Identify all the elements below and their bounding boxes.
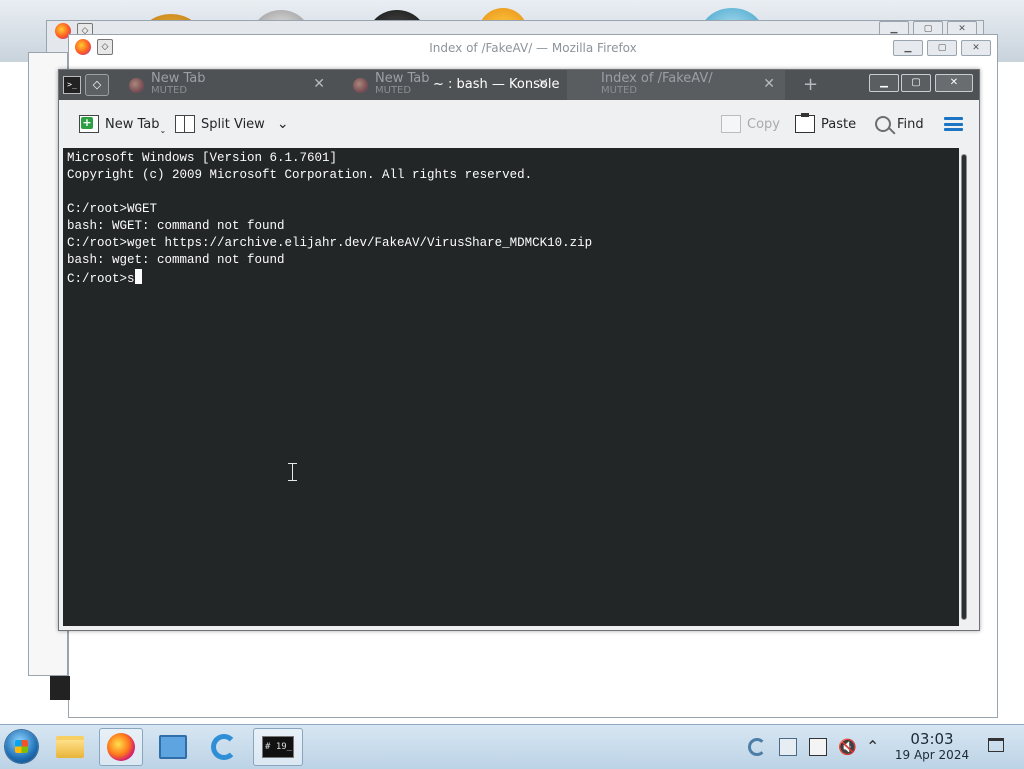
terminal-line: Microsoft Windows [Version 6.1.7601] — [67, 151, 338, 165]
mouse-ibeam-cursor-icon — [288, 463, 297, 481]
terminal-line: bash: wget: command not found — [67, 253, 285, 267]
pin-icon[interactable]: ◇ — [97, 39, 113, 55]
split-view-label: Split View — [201, 116, 265, 132]
terminal-line: bash: WGET: command not found — [67, 219, 285, 233]
background-window-controls: ▁ ▢ ✕ — [893, 40, 991, 56]
new-tab-button[interactable]: New Tab ⌄ — [79, 112, 166, 136]
tab-muted-label: MUTED — [151, 85, 188, 96]
konsole-app-icon[interactable]: >_ — [63, 76, 81, 94]
find-label: Find — [897, 116, 924, 132]
close-button[interactable]: ✕ — [935, 74, 973, 92]
firefox-icon — [107, 733, 135, 761]
notes-icon[interactable] — [809, 738, 827, 756]
find-button[interactable]: Find — [875, 112, 924, 136]
konsole-toolbar: New Tab ⌄ Split View ⌄ Copy Paste Find — [59, 100, 979, 148]
chevron-up-icon[interactable]: ⌃ — [866, 738, 884, 756]
hamburger-menu-icon[interactable] — [944, 117, 963, 131]
clock-time: 03:03 — [910, 730, 954, 748]
terminal-prompt-text: C:/root>s — [67, 272, 135, 286]
show-desktop-icon[interactable] — [988, 738, 1004, 752]
new-tab-icon — [79, 115, 99, 133]
start-button[interactable] — [5, 730, 38, 763]
new-tab-label: New Tab — [105, 116, 160, 132]
folder-icon — [56, 736, 84, 758]
split-view-button[interactable]: Split View ⌄ — [175, 112, 289, 136]
titlebar-tab-1[interactable]: New Tab MUTED ✕ — [117, 70, 335, 100]
maximize-button[interactable]: ▢ — [901, 74, 931, 92]
taskbar: # 19_ 🔇 ⌃ 03:03 19 Apr 2024 — [0, 724, 1024, 769]
taskbar-file-explorer[interactable] — [48, 728, 92, 766]
paste-icon — [795, 113, 815, 133]
tab-name: New Tab — [151, 71, 206, 86]
chevron-down-icon[interactable]: ⌄ — [277, 116, 289, 132]
text-cursor — [134, 269, 142, 284]
terminal-scrollbar[interactable] — [959, 154, 971, 620]
taskbar-control-panel[interactable] — [151, 728, 195, 766]
terminal-icon: # 19_ — [262, 736, 294, 758]
background-window-title: Index of /FakeAV/ — Mozilla Firefox — [429, 41, 637, 55]
scrollbar-thumb[interactable] — [961, 154, 967, 620]
terminal-area[interactable]: Microsoft Windows [Version 6.1.7601] Copy… — [63, 148, 959, 626]
tab-close-icon[interactable]: ✕ — [313, 76, 325, 92]
terminal-line: C:/root>wget https://archive.elijahr.dev… — [67, 236, 593, 250]
keep-above-icon[interactable]: ◇ — [85, 74, 109, 96]
taskbar-konsole[interactable]: # 19_ — [253, 728, 303, 766]
firefox-icon — [75, 39, 91, 55]
paste-button[interactable]: Paste — [795, 112, 856, 136]
firefox-icon — [353, 78, 368, 93]
terminal-line: Copyright (c) 2009 Microsoft Corporation… — [67, 168, 533, 182]
background-left-dark-edge — [50, 676, 70, 700]
hamburger-bar — [944, 117, 963, 120]
copy-icon — [721, 115, 741, 133]
chevron-down-icon: ⌄ — [159, 125, 167, 135]
terminal-output: Microsoft Windows [Version 6.1.7601] Copy… — [67, 150, 592, 286]
hamburger-bar — [944, 128, 963, 131]
split-view-icon — [175, 115, 195, 133]
copy-button[interactable]: Copy — [721, 112, 780, 136]
search-icon — [875, 116, 891, 132]
terminal-line: C:/root>WGET — [67, 202, 158, 216]
tab-muted-label: MUTED — [601, 85, 638, 96]
firefox-icon — [129, 78, 144, 93]
taskbar-ccleaner[interactable] — [202, 728, 246, 766]
volume-muted-icon[interactable]: 🔇 — [838, 738, 857, 756]
ccleaner-icon — [211, 734, 237, 760]
control-panel-icon — [159, 735, 187, 759]
new-tab-plus-icon[interactable]: + — [803, 74, 818, 95]
tab-close-icon[interactable]: ✕ — [763, 76, 775, 92]
hamburger-bar — [944, 122, 963, 126]
clock-date: 19 Apr 2024 — [894, 748, 970, 762]
paste-label: Paste — [821, 116, 857, 132]
titlebar-tab-3[interactable]: Index of /FakeAV/ MUTED ✕ — [567, 70, 785, 100]
tab-name: Index of /FakeAV/ — [601, 71, 713, 86]
window-title: ~ : bash — Konsole — [433, 77, 560, 92]
close-button[interactable]: ✕ — [961, 40, 991, 56]
taskbar-clock[interactable]: 03:03 19 Apr 2024 — [884, 731, 980, 763]
konsole-window[interactable]: >_ ◇ New Tab MUTED ✕ New Tab MUTED ✕ Ind… — [58, 69, 980, 631]
konsole-titlebar[interactable]: >_ ◇ New Tab MUTED ✕ New Tab MUTED ✕ Ind… — [59, 70, 979, 100]
minimize-button[interactable]: ▁ — [869, 74, 899, 92]
taskbar-firefox[interactable] — [99, 728, 143, 766]
terminal-prompt-line[interactable]: C:/root>s — [67, 269, 592, 286]
sync-icon[interactable] — [748, 738, 766, 756]
minimize-button[interactable]: ▁ — [893, 40, 923, 56]
maximize-button[interactable]: ▢ — [927, 40, 957, 56]
copy-label: Copy — [747, 116, 780, 132]
clipboard-icon[interactable] — [779, 738, 797, 756]
